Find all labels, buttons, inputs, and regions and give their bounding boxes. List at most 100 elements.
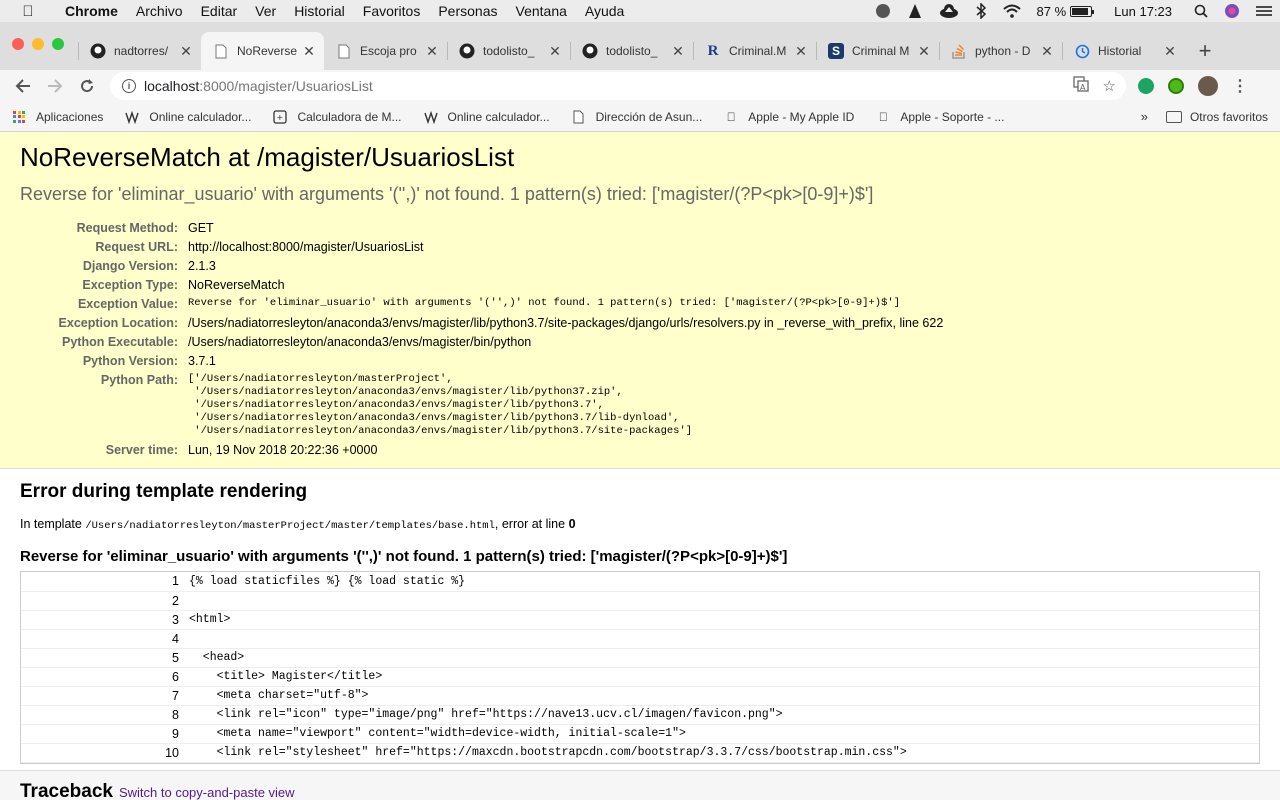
extension-green-icon[interactable] xyxy=(1138,78,1154,94)
tab-title: nadtorres/ xyxy=(114,44,169,58)
chrome-menu-icon[interactable]: ⋮ xyxy=(1232,76,1248,96)
intro-prefix: In template xyxy=(20,517,82,531)
template-error-heading: Error during template rendering xyxy=(20,481,308,502)
intro-suffix: , error at line xyxy=(494,517,566,531)
close-tab-icon[interactable]: ✕ xyxy=(1163,43,1177,60)
close-tab-icon[interactable]: ✕ xyxy=(179,43,193,60)
tab-criminal-s[interactable]: S Criminal M ✕ xyxy=(816,32,939,70)
vlc-icon[interactable] xyxy=(899,3,931,19)
close-tab-icon[interactable]: ✕ xyxy=(548,43,562,60)
tab-criminal-r[interactable]: R Criminal.M ✕ xyxy=(693,32,816,70)
forward-button[interactable] xyxy=(40,72,70,100)
line-code: <title> Magister</title> xyxy=(187,667,1259,687)
close-tab-icon[interactable]: ✕ xyxy=(302,43,316,60)
menu-favoritos[interactable]: Favoritos xyxy=(354,3,430,19)
tab-historial[interactable]: Historial ✕ xyxy=(1062,32,1185,70)
apple-menu-icon[interactable]:  xyxy=(0,3,56,20)
r-icon: R xyxy=(707,42,719,59)
reload-button[interactable] xyxy=(72,72,102,100)
close-window-button[interactable] xyxy=(12,38,24,50)
line-number: 6 xyxy=(21,667,187,687)
calc-box-icon: + xyxy=(273,109,288,124)
back-button[interactable] xyxy=(8,72,38,100)
tab-title: python - D xyxy=(975,44,1031,58)
bookmark-online-calculador-1[interactable]: Online calculador... xyxy=(125,110,251,124)
tab-noreverse[interactable]: NoReverse ✕ xyxy=(201,32,324,70)
meta-value: 3.7.1 xyxy=(188,354,216,368)
source-line: 7 <meta charset="utf-8"> xyxy=(21,686,1259,706)
bookmark-calculadora[interactable]: + Calculadora de M... xyxy=(273,109,402,124)
meta-row: Python Version: 3.7.1 xyxy=(20,352,943,371)
profile-avatar[interactable] xyxy=(1198,76,1218,96)
bookmark-star-icon[interactable]: ☆ xyxy=(1103,77,1116,95)
close-tab-icon[interactable]: ✕ xyxy=(671,43,685,60)
cloud-upload-icon[interactable] xyxy=(931,3,967,19)
line-code: {% load staticfiles %} {% load static %} xyxy=(187,572,1259,592)
error-summary: NoReverseMatch at /magister/UsuariosList… xyxy=(0,132,1280,469)
close-tab-icon[interactable]: ✕ xyxy=(1040,43,1054,60)
request-meta-table: Request Method: GET Request URL: http://loc… xyxy=(20,219,944,460)
extensions: ⋮ xyxy=(1138,76,1248,96)
source-line: 3 <html> xyxy=(21,610,1259,630)
tab-escoja[interactable]: Escoja pro ✕ xyxy=(324,32,447,70)
menu-archivo[interactable]: Archivo xyxy=(127,3,192,19)
apple-icon:  xyxy=(876,110,890,124)
siri-icon[interactable] xyxy=(1216,3,1248,19)
bookmark-apple-id[interactable]:  Apple - My Apple ID xyxy=(724,110,855,124)
site-info-icon[interactable]: i xyxy=(122,79,136,93)
close-tab-icon[interactable]: ✕ xyxy=(917,43,931,60)
meta-row: Python Executable: /Users/nadiatorresleyt… xyxy=(20,333,943,352)
menu-editar[interactable]: Editar xyxy=(192,3,247,19)
status-circle-icon[interactable] xyxy=(867,3,899,19)
close-tab-icon[interactable]: ✕ xyxy=(425,43,439,60)
meta-value: /Users/nadiatorresleyton/anaconda3/envs/… xyxy=(188,316,944,330)
extension-refresh-icon[interactable] xyxy=(1168,78,1184,94)
line-number: 7 xyxy=(21,686,187,706)
template-source: 1 {% load staticfiles %} {% load static %… xyxy=(20,571,1260,764)
svg-text:+: + xyxy=(277,113,284,122)
more-bookmarks-chevron-icon[interactable]: » xyxy=(1141,109,1148,124)
meta-label: Request Method: xyxy=(76,221,178,235)
other-bookmarks-label: Otros favoritos xyxy=(1189,109,1268,124)
wifi-icon[interactable] xyxy=(995,4,1029,18)
bookmark-direccion[interactable]: Dirección de Asun... xyxy=(572,110,702,124)
tab-python[interactable]: python - D ✕ xyxy=(939,32,1062,70)
menu-personas[interactable]: Personas xyxy=(429,3,506,19)
close-tab-icon[interactable]: ✕ xyxy=(794,43,808,60)
bookmark-aplicaciones[interactable]: Aplicaciones xyxy=(12,110,103,124)
history-icon xyxy=(1074,43,1090,59)
spotlight-search-icon[interactable] xyxy=(1186,4,1216,18)
other-bookmarks[interactable]: Otros favoritos xyxy=(1165,109,1268,124)
meta-row: Exception Type: NoReverseMatch xyxy=(20,276,943,295)
menu-ver[interactable]: Ver xyxy=(246,3,285,19)
tab-title: todolisto_ xyxy=(483,44,535,58)
clock[interactable]: Lun 17:23 xyxy=(1100,4,1186,19)
document-icon xyxy=(572,110,586,124)
tab-title: todolisto_ xyxy=(606,44,658,58)
tab-nadtorres[interactable]: nadtorres/ ✕ xyxy=(78,32,201,70)
translate-icon[interactable]: A xyxy=(1072,76,1089,96)
tab-todolisto-1[interactable]: todolisto_ ✕ xyxy=(447,32,570,70)
tab-title: Criminal M xyxy=(852,44,910,58)
meta-row: Exception Value: Reverse for 'eliminar_us… xyxy=(20,295,943,314)
notification-center-icon[interactable] xyxy=(1248,5,1280,17)
bluetooth-icon[interactable] xyxy=(967,3,995,19)
minimize-window-button[interactable] xyxy=(32,38,44,50)
meta-label: Python Version: xyxy=(82,354,178,368)
menu-ventana[interactable]: Ventana xyxy=(507,3,576,19)
new-tab-button[interactable]: + xyxy=(1185,32,1225,70)
window-controls xyxy=(12,38,64,50)
menu-app-name[interactable]: Chrome xyxy=(56,3,127,19)
zoom-window-button[interactable] xyxy=(52,38,64,50)
menu-ayuda[interactable]: Ayuda xyxy=(576,3,633,19)
tab-todolisto-2[interactable]: todolisto_ ✕ xyxy=(570,32,693,70)
address-bar[interactable]: i localhost:8000/magister/UsuariosList A… xyxy=(110,72,1126,100)
bookmark-apple-soporte[interactable]:  Apple - Soporte - ... xyxy=(876,110,1005,124)
line-code: <html> xyxy=(187,610,1259,630)
page-icon xyxy=(213,43,229,59)
bookmark-online-calculador-2[interactable]: Online calculador... xyxy=(423,110,550,124)
meta-value: GET xyxy=(188,221,214,235)
battery-status[interactable]: 87 % xyxy=(1029,4,1101,19)
switch-copy-paste-link[interactable]: Switch to copy-and-paste view xyxy=(119,785,295,800)
menu-historial[interactable]: Historial xyxy=(285,3,354,19)
